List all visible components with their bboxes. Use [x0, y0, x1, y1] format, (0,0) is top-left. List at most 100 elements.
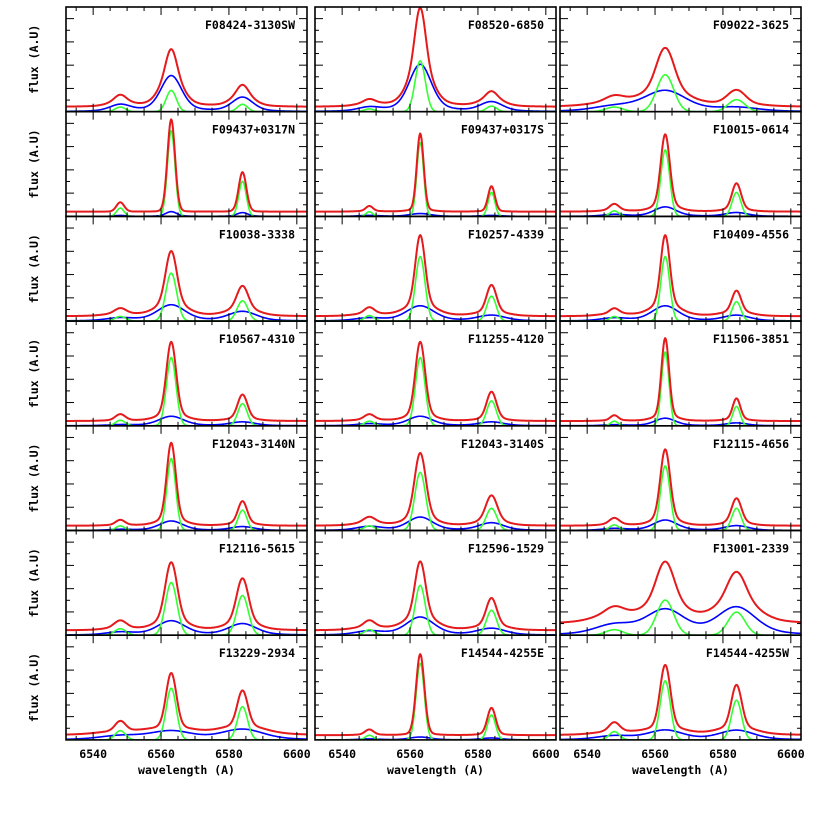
y-axis-label: flux (A.U): [27, 548, 41, 617]
curves-group: [560, 133, 801, 217]
total-fit-line: [560, 234, 801, 318]
curves-group: [560, 448, 801, 531]
y-axis-label: flux (A.U): [27, 653, 41, 722]
x-tick-label: 6580: [709, 747, 737, 761]
spectra-grid-figure: F08424-3130SW F08520-6850 F09022-3625 F0943…: [27, 6, 805, 777]
x-tick-label: 6580: [464, 747, 492, 761]
broad-component-line: [560, 417, 801, 426]
curves-group: [315, 234, 556, 322]
broad-component-line: [560, 605, 801, 635]
x-tick-label: 6600: [283, 747, 311, 761]
spectrum-panel: F10409-4556: [559, 215, 802, 322]
total-fit-line: [560, 46, 801, 108]
total-fit-line: [315, 451, 556, 527]
panel-title: F11506-3851: [713, 332, 789, 346]
narrow-component-line: [560, 73, 801, 112]
x-axis-label: wavelength (A): [632, 763, 729, 777]
curves-group: [66, 340, 307, 426]
x-tick-label: 6580: [215, 747, 243, 761]
total-fit-line: [66, 561, 307, 632]
panel-title: F09437+0317N: [212, 123, 295, 137]
panel-title: F14544-4255E: [461, 646, 544, 660]
narrow-component-line: [560, 599, 801, 636]
total-fit-line: [315, 340, 556, 422]
spectrum-panel: F12116-5615: [65, 529, 308, 636]
x-axis-label: wavelength (A): [138, 763, 235, 777]
spectrum-panel: F14544-4255E: [314, 634, 557, 741]
spectrum-panel: F10015-0614: [559, 110, 802, 218]
y-axis-label: flux (A.U): [27, 25, 41, 94]
total-fit-line: [66, 441, 307, 527]
curves-group: [66, 48, 307, 112]
x-tick-label: 6600: [777, 747, 805, 761]
total-fit-line: [66, 672, 307, 736]
total-fit-line: [560, 337, 801, 423]
spectrum-panel: F11506-3851: [559, 320, 802, 427]
spectrum-panel: F10567-4310: [65, 320, 308, 427]
panel-title: F09437+0317S: [461, 123, 544, 137]
broad-component-line: [560, 89, 801, 112]
panel-title: F10038-3338: [219, 227, 295, 241]
labels-layer: flux (A.U) flux (A.U) flux (A.U) flux (A.U)…: [27, 25, 805, 777]
x-tick-label: 6540: [328, 747, 356, 761]
total-fit-line: [560, 663, 801, 736]
x-tick-label: 6560: [396, 747, 424, 761]
curves-group: [66, 561, 307, 636]
spectrum-panel: F13229-2934: [65, 634, 308, 741]
spectrum-panel: F10257-4339: [314, 215, 557, 322]
total-fit-line: [560, 448, 801, 527]
panel-title: F09022-3625: [713, 18, 789, 32]
curves-group: [66, 672, 307, 740]
panel-title: F13229-2934: [219, 646, 295, 660]
total-fit-line: [66, 250, 307, 318]
narrow-component-line: [315, 141, 556, 217]
panel-title: F13001-2339: [713, 542, 789, 556]
total-fit-line: [66, 340, 307, 422]
curves-group: [560, 560, 801, 636]
total-fit-line: [315, 132, 556, 213]
panel-title: F12596-1529: [468, 542, 544, 556]
y-axis-label: flux (A.U): [27, 339, 41, 408]
spectrum-panel: F08424-3130SW: [65, 6, 308, 113]
narrow-component-line: [560, 680, 801, 740]
narrow-component-line: [560, 351, 801, 426]
curves-group: [66, 250, 307, 322]
curves-group: [315, 560, 556, 636]
panel-title: F10567-4310: [219, 332, 295, 346]
curves-group: [315, 340, 556, 426]
panels-layer: F08424-3130SW F08520-6850 F09022-3625 F0943…: [65, 6, 802, 741]
panel-title: F12116-5615: [219, 542, 295, 556]
spectrum-panel: F11255-4120: [314, 320, 557, 427]
narrow-component-line: [560, 255, 801, 322]
panel-title: F08520-6850: [468, 18, 544, 32]
x-tick-label: 6600: [532, 747, 560, 761]
curves-group: [560, 234, 801, 322]
total-fit-line: [560, 133, 801, 213]
spectrum-panel: F12115-4656: [559, 424, 802, 532]
x-tick-label: 6540: [573, 747, 601, 761]
y-axis-label: flux (A.U): [27, 129, 41, 198]
spectrum-panel: F08520-6850: [314, 6, 557, 113]
spectrum-panel: F12043-3140S: [314, 424, 557, 532]
total-fit-line: [315, 653, 556, 737]
curves-group: [560, 337, 801, 426]
curves-group: [315, 653, 556, 740]
total-fit-line: [315, 560, 556, 632]
panel-title: F10409-4556: [713, 227, 789, 241]
panel-title: F12043-3140S: [461, 437, 544, 451]
y-axis-label: flux (A.U): [27, 234, 41, 303]
narrow-component-line: [315, 255, 556, 322]
curves-group: [66, 441, 307, 531]
curves-group: [315, 451, 556, 531]
panel-title: F12043-3140N: [212, 437, 295, 451]
narrow-component-line: [315, 471, 556, 531]
spectrum-panel: F12043-3140N: [65, 424, 308, 532]
spectrum-panel: F14544-4255W: [559, 634, 802, 741]
spectrum-panel: F09437+0317S: [314, 110, 557, 218]
curves-group: [560, 663, 801, 740]
panel-title: F10015-0614: [713, 123, 789, 137]
x-tick-label: 6540: [79, 747, 107, 761]
spectrum-panel: F13001-2339: [559, 529, 802, 636]
x-tick-label: 6560: [147, 747, 175, 761]
panel-title: F08424-3130SW: [205, 18, 295, 32]
